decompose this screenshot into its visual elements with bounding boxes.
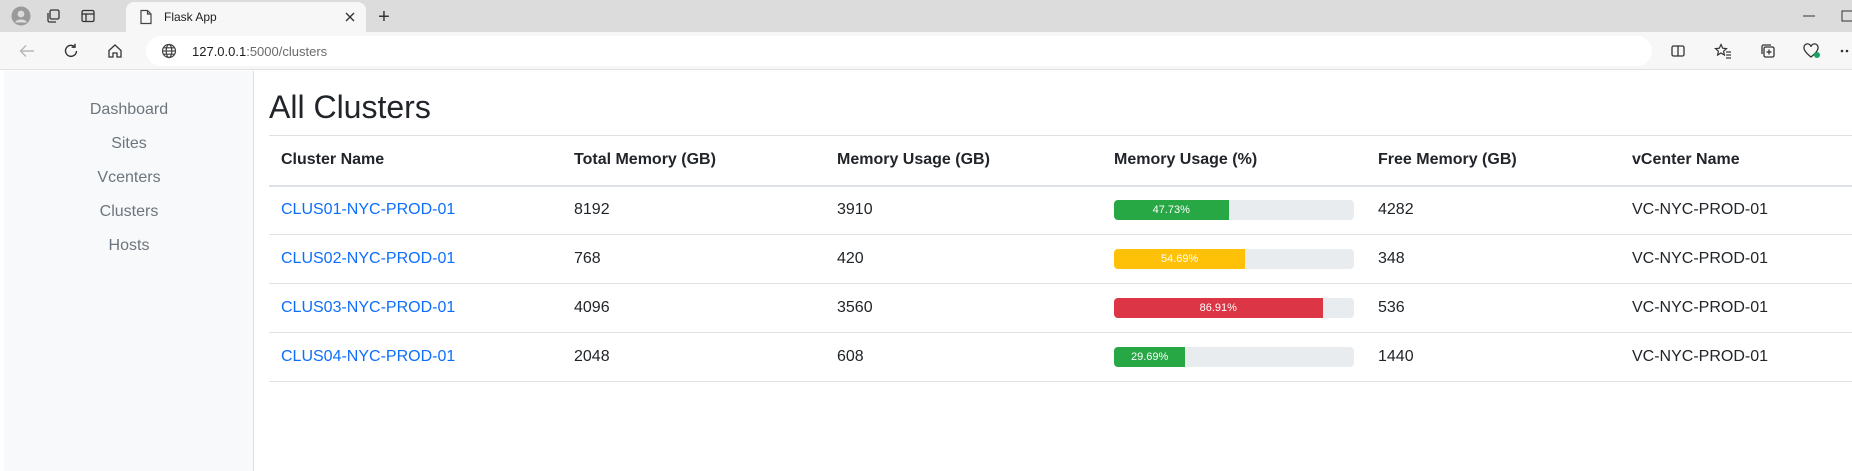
cell-free-memory: 348 (1378, 250, 1405, 267)
cell-cluster-name: CLUS03-NYC-PROD-01 (269, 284, 562, 333)
progress-bar-fill: 86.91% (1114, 298, 1323, 318)
col-memory-usage-gb: Memory Usage (GB) (837, 151, 990, 169)
progress-bar-fill: 47.73% (1114, 200, 1229, 221)
cluster-link[interactable]: CLUS03-NYC-PROD-01 (281, 299, 455, 316)
col-vcenter-name: vCenter Name (1632, 151, 1740, 169)
cell-cluster-name: CLUS02-NYC-PROD-01 (269, 235, 562, 284)
cell-vcenter-name: VC-NYC-PROD-01 (1632, 250, 1769, 267)
cluster-link[interactable]: CLUS02-NYC-PROD-01 (281, 250, 455, 267)
back-arrow-icon[interactable] (12, 36, 42, 66)
clusters-table: Cluster Name Total Memory (GB) Memory Us… (269, 135, 1852, 382)
sidebar-item-hosts[interactable]: Hosts (4, 237, 254, 255)
cell-memory-pct: 86.91% (1102, 284, 1366, 333)
cell-memory-used: 420 (837, 250, 864, 267)
cell-vcenter-name: VC-NYC-PROD-01 (1632, 348, 1769, 365)
page-title: All Clusters (269, 89, 431, 125)
cell-memory-pct: 29.69% (1102, 333, 1366, 382)
tab-flask-app[interactable]: Flask App (126, 2, 366, 32)
col-cluster-name: Cluster Name (281, 151, 385, 169)
url-path: :5000/clusters (246, 43, 328, 59)
home-icon[interactable] (100, 36, 130, 66)
url-host: 127.0.0.1 (192, 43, 247, 59)
browser-toolbar: 127.0.0.1:5000/clusters (0, 32, 1852, 70)
memory-usage-progress: 54.69% (1114, 249, 1354, 269)
table-row: CLUS04-NYC-PROD-01 2048 608 29.69% 1440 … (269, 333, 1852, 382)
cell-vcenter-name: VC-NYC-PROD-01 (1632, 201, 1769, 219)
cell-vcenter-name: VC-NYC-PROD-01 (1632, 299, 1769, 316)
cluster-link[interactable]: CLUS01-NYC-PROD-01 (281, 201, 455, 218)
cell-free-memory: 4282 (1378, 201, 1414, 219)
browser-tab-strip: Flask App + (0, 0, 1852, 32)
cell-cluster-name: CLUS01-NYC-PROD-01 (269, 186, 562, 235)
cell-total-memory: 8192 (574, 201, 610, 219)
cell-cluster-name: CLUS04-NYC-PROD-01 (269, 333, 562, 382)
sidebar-item-dashboard[interactable]: Dashboard (4, 101, 254, 119)
cell-memory-used: 3560 (837, 299, 873, 316)
col-free-memory: Free Memory (GB) (1378, 151, 1517, 169)
tab-title: Flask App (164, 10, 217, 24)
cell-total-memory: 2048 (574, 348, 610, 365)
collections-icon[interactable] (1753, 36, 1783, 66)
cell-total-memory: 4096 (574, 299, 610, 316)
site-info-icon[interactable] (160, 42, 178, 60)
sidebar-item-sites[interactable]: Sites (4, 135, 254, 153)
more-icon[interactable] (1834, 36, 1852, 66)
profile-icon[interactable] (6, 4, 36, 28)
workspaces-icon[interactable] (38, 4, 68, 28)
table-row: CLUS02-NYC-PROD-01 768 420 54.69% 348 VC… (269, 235, 1852, 284)
cell-memory-used: 3910 (837, 201, 873, 219)
cell-free-memory: 1440 (1378, 348, 1414, 365)
cell-memory-pct: 54.69% (1102, 235, 1366, 284)
refresh-icon[interactable] (56, 36, 86, 66)
split-screen-icon[interactable] (1663, 36, 1693, 66)
browser-essentials-icon[interactable] (1797, 36, 1827, 66)
address-bar[interactable]: 127.0.0.1:5000/clusters (146, 36, 1652, 66)
cell-free-memory: 536 (1378, 299, 1405, 316)
progress-bar-fill: 54.69% (1114, 249, 1246, 269)
cell-memory-used: 608 (837, 348, 864, 365)
tab-actions-icon[interactable] (73, 4, 103, 28)
col-memory-usage-pct: Memory Usage (%) (1114, 151, 1258, 169)
new-tab-button[interactable]: + (370, 5, 398, 29)
url-text[interactable]: 127.0.0.1:5000/clusters (192, 44, 327, 59)
maximize-icon[interactable] (1838, 4, 1852, 28)
memory-usage-progress: 47.73% (1114, 200, 1354, 221)
table-row: CLUS03-NYC-PROD-01 4096 3560 86.91% 536 … (269, 284, 1852, 333)
table-row: CLUS01-NYC-PROD-01 8192 3910 47.73% 4282… (269, 186, 1852, 235)
progress-bar-fill: 29.69% (1114, 347, 1186, 367)
memory-usage-progress: 86.91% (1114, 298, 1354, 318)
sidebar-item-vcenters[interactable]: Vcenters (4, 169, 254, 187)
favorites-icon[interactable] (1708, 36, 1738, 66)
sidebar-item-clusters[interactable]: Clusters (4, 203, 254, 221)
minimize-icon[interactable] (1795, 4, 1823, 28)
cell-total-memory: 768 (574, 250, 601, 267)
page-content: Dashboard Sites Vcenters Clusters Hosts … (0, 71, 1852, 471)
table-header-row: Cluster Name Total Memory (GB) Memory Us… (269, 135, 1852, 186)
page-icon (138, 9, 154, 25)
cluster-link[interactable]: CLUS04-NYC-PROD-01 (281, 348, 455, 365)
cell-memory-pct: 47.73% (1102, 186, 1366, 235)
close-tab-icon[interactable] (342, 9, 358, 25)
col-total-memory: Total Memory (GB) (574, 151, 716, 169)
sidebar: Dashboard Sites Vcenters Clusters Hosts (4, 71, 254, 471)
memory-usage-progress: 29.69% (1114, 347, 1354, 367)
